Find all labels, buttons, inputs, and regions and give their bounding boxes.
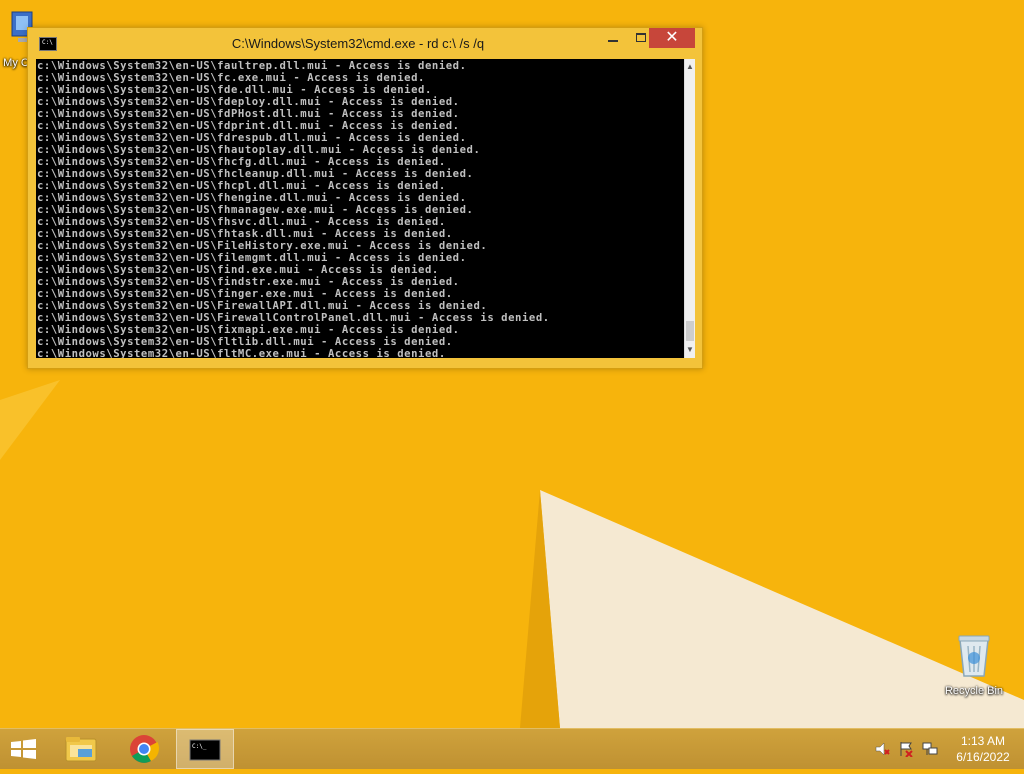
recycle-bin-icon (958, 635, 990, 677)
console-line: c:\Windows\System32\en-US\fhcpl.dll.mui … (37, 180, 446, 192)
scrollbar-thumb[interactable] (686, 321, 694, 341)
console-line: c:\Windows\System32\en-US\fdPHost.dll.mu… (37, 108, 460, 120)
desktop: My C Recycle Bin C:\ C:\Windows\System32… (0, 0, 1024, 728)
console-line: c:\Windows\System32\en-US\fhtask.dll.mui… (37, 228, 453, 240)
console-output[interactable]: c:\Windows\System32\en-US\faultrep.dll.m… (36, 59, 684, 358)
console-line: c:\Windows\System32\en-US\fde.dll.mui - … (37, 84, 432, 96)
console-line: c:\Windows\System32\en-US\FileHistory.ex… (37, 240, 488, 252)
console-line: c:\Windows\System32\en-US\find.exe.mui -… (37, 264, 439, 276)
console-line: c:\Windows\System32\en-US\FirewallContro… (37, 312, 550, 324)
console-line: c:\Windows\System32\en-US\fdrespub.dll.m… (37, 132, 467, 144)
console-line: c:\Windows\System32\en-US\findstr.exe.mu… (37, 276, 460, 288)
console-line: c:\Windows\System32\en-US\fhcleanup.dll.… (37, 168, 474, 180)
console-line: c:\Windows\System32\en-US\fltMC.exe.mui … (37, 348, 446, 358)
file-explorer-taskbar-button[interactable] (56, 729, 108, 769)
command-prompt-window[interactable]: C:\ C:\Windows\System32\cmd.exe - rd c:\… (27, 27, 703, 369)
desktop-icon-label: Recycle Bin (944, 685, 1004, 697)
console-line: c:\Windows\System32\en-US\fdprint.dll.mu… (37, 120, 460, 132)
console-line: c:\Windows\System32\en-US\finger.exe.mui… (37, 288, 453, 300)
console-line: c:\Windows\System32\en-US\fdeploy.dll.mu… (37, 96, 460, 108)
console-line: c:\Windows\System32\en-US\FirewallAPI.dl… (37, 300, 488, 312)
system-tray (866, 729, 946, 769)
console-line: c:\Windows\System32\en-US\fltlib.dll.mui… (37, 336, 453, 348)
desktop-icon-recycle-bin[interactable]: Recycle Bin (938, 630, 1010, 697)
clock-date: 6/16/2022 (956, 750, 1010, 764)
console-line: c:\Windows\System32\en-US\fhengine.dll.m… (37, 192, 467, 204)
window-titlebar[interactable]: C:\ C:\Windows\System32\cmd.exe - rd c:\… (28, 28, 702, 59)
wallpaper-left-shard (0, 380, 60, 460)
vertical-scrollbar[interactable]: ▲ ▼ (684, 59, 695, 358)
clock-time: 1:13 AM (960, 734, 1006, 748)
windows-logo-icon (11, 739, 36, 759)
scroll-down-arrow-icon[interactable]: ▼ (685, 342, 695, 358)
taskbar: C:\_ 1:13 AM 6/16/2022 (0, 728, 1024, 769)
console-text: c:\Windows\System32\en-US\faultrep.dll.m… (36, 59, 684, 358)
console-line: c:\Windows\System32\en-US\fc.exe.mui - A… (37, 72, 425, 84)
chrome-icon (130, 735, 160, 763)
minimize-button[interactable] (599, 28, 627, 48)
svg-text:C:\_: C:\_ (192, 743, 207, 750)
cmd-window-icon[interactable]: C:\ (39, 37, 57, 51)
file-explorer-icon (65, 737, 97, 762)
console-line: c:\Windows\System32\en-US\fhcfg.dll.mui … (37, 156, 446, 168)
console-line: c:\Windows\System32\en-US\fhautoplay.dll… (37, 144, 481, 156)
console-line: c:\Windows\System32\en-US\faultrep.dll.m… (37, 60, 467, 72)
close-button[interactable]: ✕ (649, 28, 695, 48)
taskbar-clock[interactable]: 1:13 AM 6/16/2022 (948, 733, 1018, 765)
action-center-icon[interactable] (898, 741, 914, 757)
console-line: c:\Windows\System32\en-US\fhsvc.dll.mui … (37, 216, 446, 228)
network-icon[interactable] (922, 741, 938, 757)
chrome-taskbar-button[interactable] (118, 729, 170, 769)
window-title: C:\Windows\System32\cmd.exe - rd c:\ /s … (231, 36, 485, 51)
volume-muted-icon[interactable] (874, 741, 890, 757)
console-line: c:\Windows\System32\en-US\fixmapi.exe.mu… (37, 324, 460, 336)
command-prompt-taskbar-button[interactable]: C:\_ (176, 729, 234, 769)
console-line: c:\Windows\System32\en-US\fhmanagew.exe.… (37, 204, 474, 216)
start-button[interactable] (0, 729, 48, 769)
console-line: c:\Windows\System32\en-US\filemgmt.dll.m… (37, 252, 467, 264)
command-prompt-icon: C:\_ (189, 739, 221, 761)
scroll-up-arrow-icon[interactable]: ▲ (685, 59, 695, 75)
